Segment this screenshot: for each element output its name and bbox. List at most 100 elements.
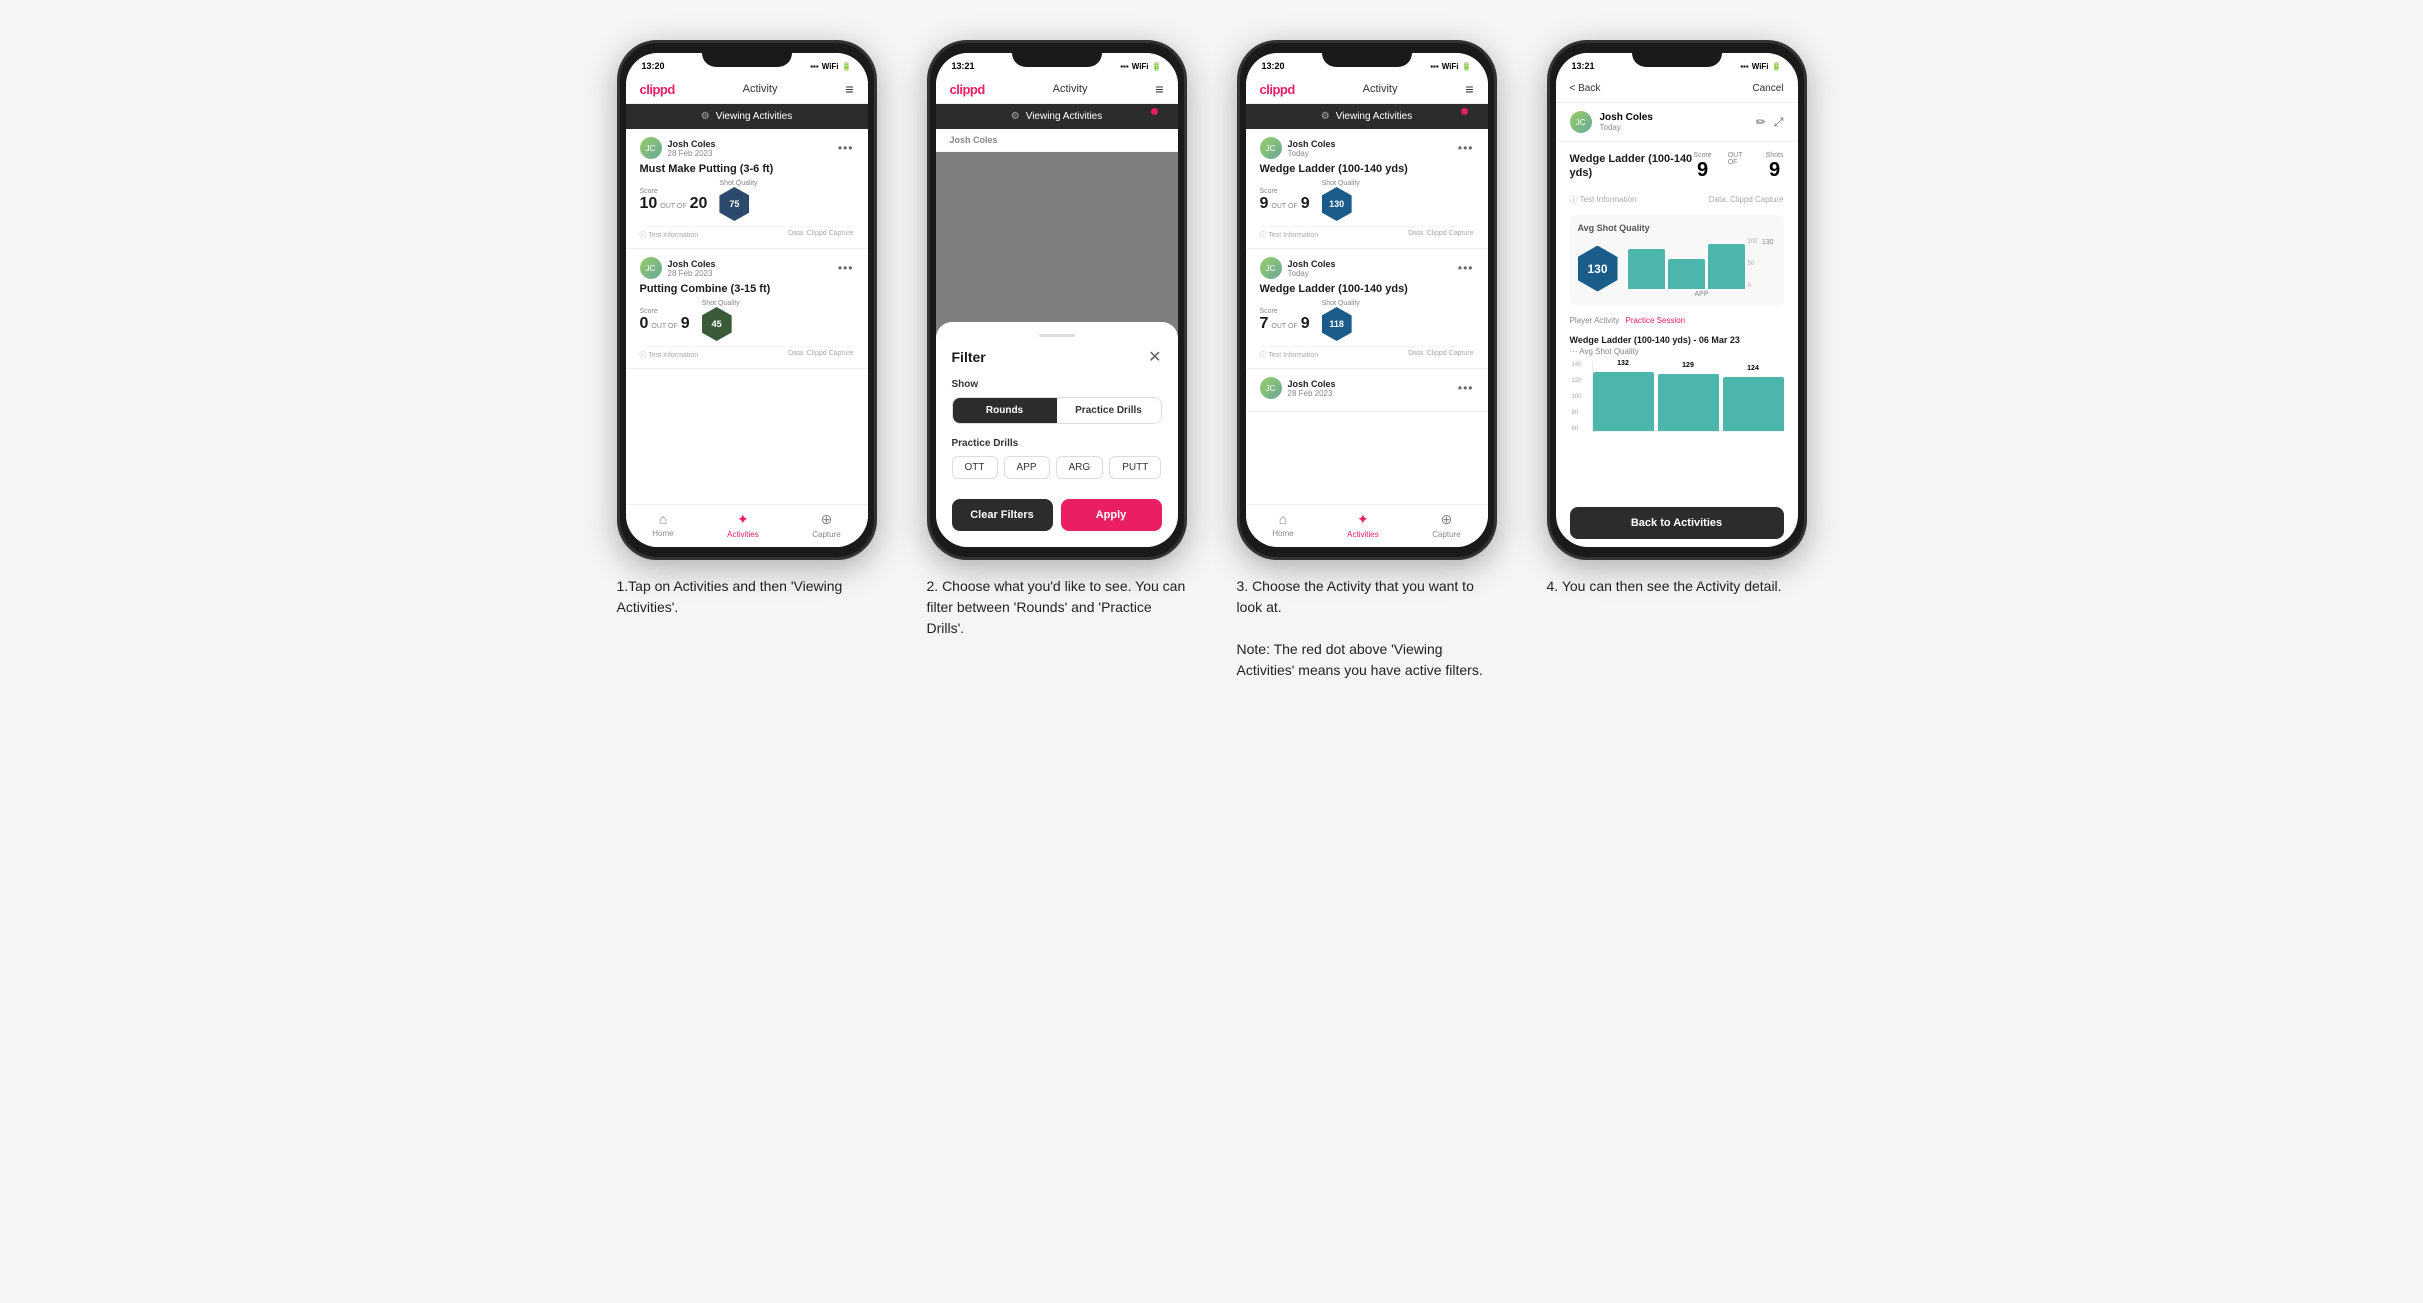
back-to-activities-button[interactable]: Back to Activities (1570, 507, 1784, 539)
score-label-3-1: Score (1260, 188, 1310, 195)
bar-mini-1 (1628, 249, 1665, 289)
activity-card-1-1[interactable]: JC Josh Coles 28 Feb 2023 ••• Must Make … (626, 129, 868, 249)
card-avatar-info-3-2: JC Josh Coles Today (1260, 257, 1336, 279)
filter-modal-overlay: Filter ✕ Show Rounds Practice Drills Pra… (936, 152, 1178, 547)
avatar-3-2: JC (1260, 257, 1282, 279)
y-axis-full: 140 120 100 80 60 (1572, 362, 1582, 432)
user-name-1-2: Josh Coles (668, 259, 716, 269)
nav-capture-label-1: Capture (812, 530, 840, 539)
drill-app[interactable]: APP (1004, 456, 1050, 479)
drill-putt[interactable]: PUTT (1109, 456, 1161, 479)
dots-menu-3-2[interactable]: ••• (1458, 261, 1474, 275)
expand-icon[interactable]: ⤢ (1774, 115, 1784, 130)
close-button[interactable]: ✕ (1148, 347, 1161, 367)
viewing-banner-3[interactable]: ⚙ Viewing Activities (1246, 104, 1488, 129)
out-of-3-1: OUT OF (1271, 203, 1297, 210)
score-value-3-1: 9 (1260, 195, 1269, 213)
info-2: Data: Clippd Capture (1709, 195, 1784, 204)
red-dot-3 (1461, 108, 1468, 115)
detail-user-info-4: JC Josh Coles Today (1570, 111, 1653, 133)
card-user-info-1-1: Josh Coles 28 Feb 2023 (668, 139, 716, 158)
back-button[interactable]: < Back (1570, 83, 1601, 94)
out-of-1-1: OUT OF (660, 203, 686, 210)
detail-drill-name: Wedge Ladder (100-140 yds) (1570, 152, 1694, 181)
detail-user-row-4: JC Josh Coles Today ✏ ⤢ (1556, 103, 1798, 142)
signal-icon: ▪▪▪ (810, 62, 819, 71)
info-right-3-1: Data: Clippd Capture (1408, 230, 1473, 240)
info-right-3-2: Data: Clippd Capture (1408, 350, 1473, 360)
home-icon-1: ⌂ (659, 511, 667, 527)
nav-capture-3[interactable]: ⊕ Capture (1432, 511, 1460, 539)
clear-filters-button[interactable]: Clear Filters (952, 499, 1053, 531)
drill-ott[interactable]: OTT (952, 456, 998, 479)
caption-4: 4. You can then see the Activity detail. (1547, 576, 1807, 597)
card-footer-1-2: ⓘ Test Information Data: Clippd Capture (640, 346, 854, 360)
edit-icon[interactable]: ✏ (1756, 115, 1766, 130)
hex-badge: 130 (1578, 246, 1618, 292)
sub-chart-section: Wedge Ladder (100-140 yds) - 06 Mar 23 ·… (1570, 335, 1784, 489)
capture-icon-1: ⊕ (821, 511, 833, 528)
caption-1: 1.Tap on Activities and then 'Viewing Ac… (617, 576, 877, 618)
mini-chart-container: 130 100 50 0 (1628, 239, 1776, 298)
hamburger-2[interactable]: ≡ (1155, 81, 1163, 97)
card-footer-3-2: ⓘ Test Information Data: Clippd Capture (1260, 346, 1474, 360)
nav-activities-3[interactable]: ✦ Activities (1347, 511, 1379, 539)
activities-icon-3: ✦ (1357, 511, 1369, 528)
wifi-icon-3: WiFi (1442, 62, 1459, 71)
card-user-info-1-2: Josh Coles 28 Feb 2023 (668, 259, 716, 278)
info-left-3-1: ⓘ Test Information (1260, 230, 1319, 240)
dots-menu-3-1[interactable]: ••• (1458, 141, 1474, 155)
shots-value-1-1: 20 (690, 195, 708, 213)
nav-capture-1[interactable]: ⊕ Capture (812, 511, 840, 539)
drill-arg[interactable]: ARG (1056, 456, 1104, 479)
phone-4-notch (1632, 43, 1722, 67)
nav-home-3[interactable]: ⌂ Home (1272, 511, 1293, 539)
signal-icon-4: ▪▪▪ (1740, 62, 1749, 71)
filter-title: Filter (952, 349, 986, 365)
bar-value-3: 124 (1747, 365, 1759, 372)
user-date-1-1: 28 Feb 2023 (668, 149, 716, 158)
activity-card-3-2[interactable]: JC Josh Coles Today ••• Wedge Ladder (10… (1246, 249, 1488, 369)
avatar-4: JC (1570, 111, 1592, 133)
activity-card-3-1[interactable]: JC Josh Coles Today ••• Wedge Ladder (10… (1246, 129, 1488, 249)
toggle-rounds[interactable]: Rounds (953, 398, 1057, 423)
avg-quality-header: Avg Shot Quality (1578, 223, 1776, 233)
phones-row: 13:20 ▪▪▪ WiFi 🔋 clippd Activity ≡ ⚙ (607, 40, 1817, 681)
bar-value-1: 132 (1617, 360, 1629, 367)
status-icons-4: ▪▪▪ WiFi 🔋 (1740, 62, 1781, 71)
cancel-button-4[interactable]: Cancel (1752, 83, 1783, 94)
sq-label-3-2: Shot Quality (1322, 300, 1360, 307)
status-time-3: 13:20 (1262, 61, 1285, 71)
toggle-practice-drills[interactable]: Practice Drills (1057, 398, 1161, 423)
phone-3-notch (1322, 43, 1412, 67)
activity-card-3-3[interactable]: JC Josh Coles 28 Feb 2023 ••• (1246, 369, 1488, 412)
viewing-banner-2[interactable]: ⚙ Viewing Activities (936, 104, 1178, 129)
phone-1-screen: 13:20 ▪▪▪ WiFi 🔋 clippd Activity ≡ ⚙ (626, 53, 868, 547)
activity-card-1-2[interactable]: JC Josh Coles 28 Feb 2023 ••• Putting Co… (626, 249, 868, 369)
avatar-1-2: JC (640, 257, 662, 279)
dots-menu-3-3[interactable]: ••• (1458, 381, 1474, 395)
dots-menu-1-1[interactable]: ••• (838, 141, 854, 155)
dots-menu-1-2[interactable]: ••• (838, 261, 854, 275)
card-avatar-info-3-3: JC Josh Coles 28 Feb 2023 (1260, 377, 1336, 399)
out-of-1-2: OUT OF (651, 323, 677, 330)
nav-activities-1[interactable]: ✦ Activities (727, 511, 759, 539)
show-label: Show (952, 379, 1162, 390)
logo-3: clippd (1260, 82, 1295, 97)
sub-chart-subtitle: ··· Avg Shot Quality (1570, 347, 1784, 356)
apply-button[interactable]: Apply (1061, 499, 1162, 531)
viewing-banner-1[interactable]: ⚙ Viewing Activities (626, 104, 868, 129)
nav-home-1[interactable]: ⌂ Home (652, 511, 673, 539)
battery-icon-3: 🔋 (1462, 62, 1472, 71)
caption-3: 3. Choose the Activity that you want to … (1237, 576, 1497, 681)
header-title-2: Activity (1053, 83, 1088, 95)
user-info-4: Josh Coles Today (1600, 112, 1653, 132)
bar-mini-2 (1668, 259, 1705, 289)
status-icons-1: ▪▪▪ WiFi 🔋 (810, 62, 851, 71)
detail-shots-label: Shots (1766, 152, 1784, 159)
header-title-1: Activity (743, 83, 778, 95)
cards-scroll-3: JC Josh Coles Today ••• Wedge Ladder (10… (1246, 129, 1488, 504)
stat-score-3-1: Score 9 OUT OF 9 (1260, 188, 1310, 213)
hamburger-1[interactable]: ≡ (845, 81, 853, 97)
hamburger-3[interactable]: ≡ (1465, 81, 1473, 97)
